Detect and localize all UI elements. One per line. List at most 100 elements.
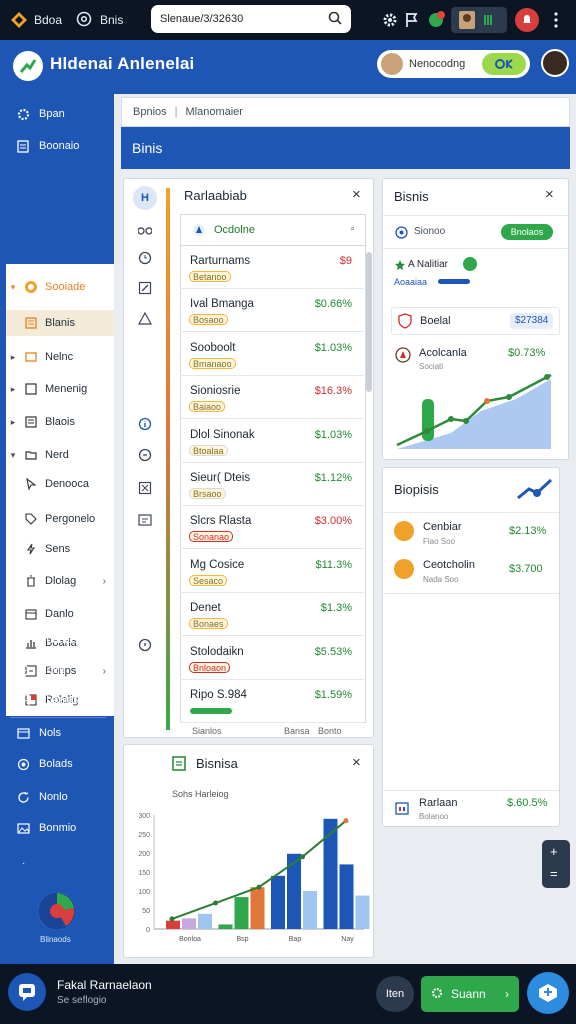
filter-badge[interactable]: Bnolaos bbox=[501, 224, 553, 240]
sidebar-item-label: Blaois bbox=[45, 416, 75, 428]
edit-icon[interactable] bbox=[136, 279, 154, 297]
at-icon[interactable] bbox=[76, 11, 92, 27]
sidebar-footer-label: Blinaods bbox=[40, 935, 71, 944]
sidebar-item-active[interactable]: Blanis bbox=[6, 310, 114, 336]
scrollbar-thumb[interactable] bbox=[366, 252, 372, 392]
sidebar-item-nonlo[interactable]: Nonlo bbox=[0, 783, 114, 811]
toggle-icon[interactable] bbox=[482, 53, 526, 75]
image-icon[interactable] bbox=[136, 511, 154, 529]
sidebar-item[interactable]: ▸ Menenig bbox=[6, 376, 114, 402]
breadcrumb-separator: | bbox=[174, 106, 178, 118]
trend-point bbox=[300, 854, 305, 860]
footer-name: Rarlaan bbox=[419, 797, 458, 809]
sidebar-item[interactable]: Pergonelo bbox=[6, 506, 114, 532]
clock-icon[interactable] bbox=[136, 249, 154, 267]
more-icon[interactable] bbox=[545, 9, 567, 31]
search-box[interactable] bbox=[151, 5, 351, 33]
zoom-out-button[interactable]: = bbox=[550, 866, 558, 881]
warning-icon[interactable] bbox=[136, 309, 154, 327]
tab-label[interactable]: Bnis bbox=[100, 13, 123, 27]
sidebar-item-bonmio[interactable]: Bonmio bbox=[0, 814, 114, 842]
profile-toggle[interactable] bbox=[451, 7, 507, 33]
breadcrumb-item[interactable]: Mlanomaier bbox=[186, 106, 243, 118]
slider-track[interactable] bbox=[438, 279, 470, 284]
list-row[interactable]: Sieur( Dteis $1.12% Brsaoo bbox=[180, 463, 364, 506]
list-row[interactable]: Rarturnams $9 Betanoo bbox=[180, 246, 364, 289]
item-value: $2.13% bbox=[509, 525, 547, 537]
sidebar: Bpan Boonaio ▾ Sooiade Blanis ▸ Nelnc ▸ Me… bbox=[0, 94, 114, 964]
zoom-in-button[interactable]: + bbox=[550, 844, 558, 859]
chevron-right-icon: ▸ bbox=[10, 383, 16, 394]
list-row[interactable]: Denet $1.3% Bonaes bbox=[180, 593, 364, 637]
sidebar-item-label: Phanias bbox=[39, 694, 79, 706]
sidebar-item-boards[interactable]: Boonaio bbox=[0, 132, 114, 160]
list-row[interactable]: Mg Cosice $11.3% Sesaco bbox=[180, 550, 364, 593]
footer-label: Bonto bbox=[318, 726, 342, 736]
breadcrumb-item[interactable]: Bpnios bbox=[133, 106, 167, 118]
radio-icon[interactable] bbox=[395, 226, 408, 242]
star-icon bbox=[394, 259, 406, 274]
shield-icon bbox=[398, 313, 412, 332]
link-icon[interactable] bbox=[136, 222, 154, 240]
sidebar-item[interactable]: Sens bbox=[6, 536, 114, 562]
calendar-icon[interactable] bbox=[136, 479, 154, 497]
help-fab-icon[interactable] bbox=[527, 972, 569, 1014]
list-row[interactable]: Stolodaikn $5.53% Bnloaon bbox=[180, 637, 364, 680]
footer-sub: Bolanoo bbox=[419, 812, 449, 821]
app-logo-icon bbox=[10, 11, 28, 29]
list-item[interactable]: Ceotcholin Nada Soo $3.700 bbox=[391, 555, 561, 593]
chart-subtitle: Sohs Harleiog bbox=[172, 789, 229, 799]
list-row[interactable]: Sioniosrie $16.3% Baiaoo bbox=[180, 376, 364, 420]
list-item[interactable]: Cenbiar Flao Soo $2.13% bbox=[391, 517, 561, 555]
sidebar-item[interactable]: ▸ Nelnc bbox=[6, 344, 114, 370]
pill-button[interactable]: Iten bbox=[376, 976, 414, 1012]
metric-name: Acolcanla bbox=[419, 347, 467, 359]
sidebar-item[interactable]: Denooca bbox=[6, 471, 114, 497]
sidebar-item-notes[interactable]: Nols bbox=[0, 719, 114, 747]
gear-icon[interactable] bbox=[379, 9, 401, 31]
list-row[interactable]: Ripo S.984 $1.59% bbox=[180, 680, 364, 723]
sidebar-item-label: Boanias bbox=[39, 634, 79, 646]
sidebar-item-label: Nelnc bbox=[45, 351, 74, 363]
sidebar-item-phases[interactable]: Phanias bbox=[0, 686, 114, 714]
help-icon[interactable] bbox=[136, 636, 154, 654]
toggle-dot[interactable] bbox=[463, 257, 477, 271]
search-input[interactable] bbox=[160, 13, 300, 25]
sidebar-item[interactable]: ▾ Nerd bbox=[6, 442, 114, 468]
close-icon[interactable]: × bbox=[352, 186, 361, 203]
status-icon[interactable] bbox=[425, 9, 447, 31]
trend-icon[interactable] bbox=[515, 476, 555, 505]
user-pill[interactable]: Nenocodng bbox=[377, 50, 530, 78]
sidebar-item[interactable]: ▸ Blaois bbox=[6, 409, 114, 435]
notification-icon[interactable] bbox=[515, 8, 539, 32]
flag-icon[interactable] bbox=[401, 9, 423, 31]
status-badge: Bosaoo bbox=[189, 314, 228, 326]
list-row[interactable]: Dlol Sinonak $1.03% Btoalaa bbox=[180, 420, 364, 463]
primary-button[interactable]: Suann › bbox=[421, 976, 519, 1012]
tool-h-icon[interactable]: H bbox=[133, 186, 157, 210]
sidebar-item-reports[interactable]: Boanias bbox=[0, 626, 114, 654]
sidebar-item[interactable]: Dlolag › bbox=[6, 568, 114, 594]
y-tick-label: 50 bbox=[142, 908, 150, 915]
item-value: $3.700 bbox=[509, 563, 543, 575]
close-icon[interactable]: × bbox=[545, 186, 554, 203]
sidebar-item[interactable]: Danlo bbox=[6, 601, 114, 627]
info-icon[interactable] bbox=[136, 415, 154, 433]
timer-icon[interactable] bbox=[136, 446, 154, 464]
bar bbox=[182, 918, 196, 929]
bar bbox=[355, 895, 370, 929]
bar bbox=[339, 864, 354, 929]
list-row[interactable]: Slcrs Rlasta $3.00% Sonanao bbox=[180, 506, 364, 550]
sidebar-item-home[interactable]: Bpan bbox=[0, 100, 114, 128]
close-icon[interactable]: × bbox=[352, 754, 361, 771]
list-row[interactable]: Sooboolt $1.03% Bmanaoo bbox=[180, 333, 364, 376]
chevron-right-icon: ▸ bbox=[10, 351, 16, 362]
profile-avatar[interactable] bbox=[541, 49, 569, 77]
list-row[interactable]: Ival Bmanga $0.66% Bosaoo bbox=[180, 289, 364, 333]
chevron-down-icon[interactable]: ▫ bbox=[351, 224, 355, 235]
sidebar-item-time[interactable]: Nolnt bbox=[0, 656, 114, 684]
search-icon[interactable] bbox=[328, 11, 342, 28]
chat-icon[interactable] bbox=[8, 973, 46, 1011]
sidebar-item-bolts[interactable]: Bolads bbox=[0, 750, 114, 778]
sidebar-section-header[interactable]: ▾ Sooiade bbox=[6, 274, 114, 300]
